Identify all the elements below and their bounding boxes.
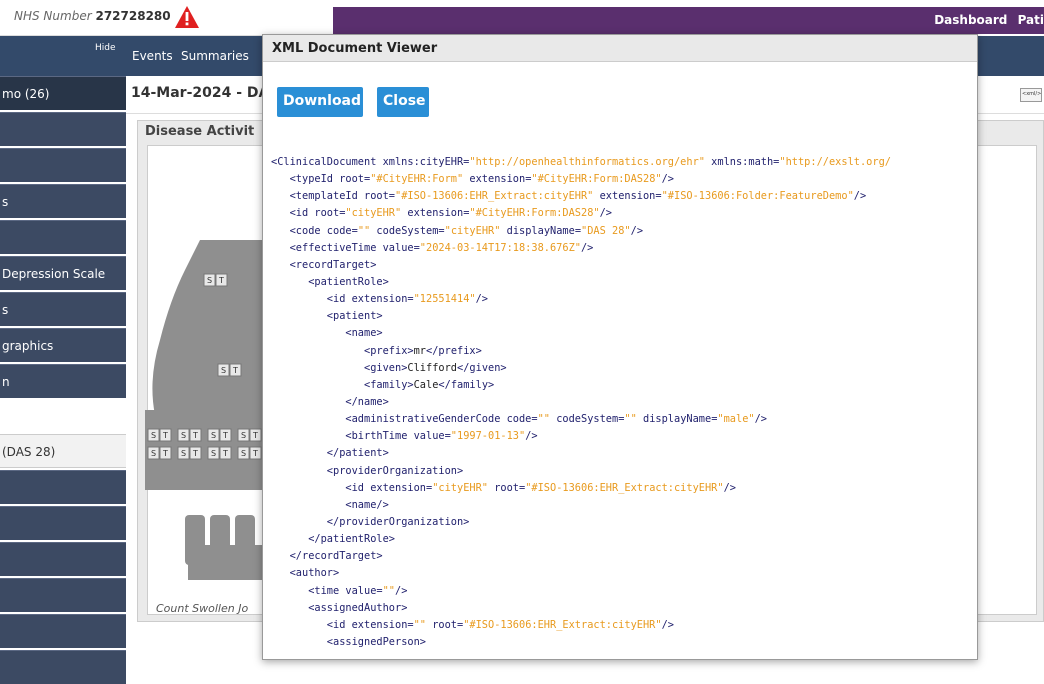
- xml-line: <administrativeGenderCode code="" codeSy…: [345, 413, 768, 426]
- close-button[interactable]: Close: [377, 87, 429, 117]
- nav-summaries[interactable]: Summaries: [181, 49, 249, 63]
- patient-banner: NHS Number 272728280: [0, 0, 333, 36]
- joint-label: T: [192, 449, 198, 458]
- xml-content[interactable]: <ClinicalDocument xmlns:cityEHR="http://…: [271, 154, 977, 654]
- joint-label: T: [222, 449, 228, 458]
- xml-line: <birthTime value="1997-01-13"/>: [345, 430, 538, 443]
- sidebar-item[interactable]: [0, 470, 126, 504]
- xml-line: <patient>: [326, 310, 383, 323]
- xml-line: </providerOrganization>: [326, 515, 470, 528]
- joint-label: S: [181, 449, 186, 458]
- sidebar-item[interactable]: s: [0, 184, 126, 218]
- view-xml-button[interactable]: <xml/>: [1020, 88, 1042, 102]
- xml-line: <code code="" codeSystem="cityEHR" displ…: [289, 224, 644, 237]
- xml-line: <id root="cityEHR" extension="#CityEHR:F…: [289, 207, 612, 220]
- sidebar-item[interactable]: mo (26): [0, 76, 126, 110]
- hide-sidebar-link[interactable]: Hide: [95, 43, 116, 53]
- joint-label: T: [252, 449, 258, 458]
- joint-label: T: [162, 449, 168, 458]
- xml-document-viewer: XML Document Viewer Download Close <Clin…: [262, 34, 978, 660]
- joint-label: S: [241, 449, 246, 458]
- xml-line: </name>: [345, 395, 389, 408]
- sidebar-item[interactable]: [0, 112, 126, 146]
- download-button[interactable]: Download: [277, 87, 363, 117]
- joint-label: S: [211, 431, 216, 440]
- xml-line: </patientRole>: [308, 533, 395, 546]
- joint-label: T: [192, 431, 198, 440]
- xml-line: <id extension="" root="#ISO-13606:EHR_Ex…: [326, 618, 674, 631]
- xml-line: <recordTarget>: [289, 258, 377, 271]
- sidebar-item[interactable]: [0, 650, 126, 684]
- sidebar-item[interactable]: Depression Scale: [0, 256, 126, 290]
- xml-line: <id extension="12551414"/>: [326, 293, 488, 306]
- sidebar-item[interactable]: [0, 148, 126, 182]
- sidebar-item[interactable]: [0, 578, 126, 612]
- joint-label: S: [241, 431, 246, 440]
- sidebar-item[interactable]: [0, 542, 126, 576]
- nhs-number-label: NHS Number: [14, 9, 92, 23]
- nhs-number: NHS Number 272728280: [14, 9, 171, 23]
- xml-line: <typeId root="#CityEHR:Form" extension="…: [289, 173, 674, 186]
- top-menu-bar: Dashboard Pati: [333, 7, 1044, 34]
- joint-label: T: [218, 276, 224, 285]
- xml-line: <name/>: [271, 651, 977, 654]
- joint-label: T: [232, 366, 238, 375]
- xml-line: <assignedPerson>: [326, 635, 426, 648]
- joint-label: S: [221, 366, 226, 375]
- dashboard-link[interactable]: Dashboard: [934, 13, 1007, 27]
- xml-line: <given>Clifford</given>: [364, 361, 507, 374]
- panel-title: Disease Activit: [145, 124, 255, 139]
- sidebar-item[interactable]: [0, 506, 126, 540]
- xml-line: <author>: [289, 567, 340, 580]
- joint-label: T: [162, 431, 168, 440]
- modal-title: XML Document Viewer: [263, 35, 977, 62]
- joint-label: S: [211, 449, 216, 458]
- patient-link[interactable]: Pati: [1018, 13, 1044, 27]
- xml-line: <patientRole>: [308, 275, 389, 288]
- xml-line: <effectiveTime value="2024-03-14T17:18:3…: [289, 241, 594, 254]
- warning-triangle-icon[interactable]: [174, 5, 200, 29]
- joint-label: S: [181, 431, 186, 440]
- joint-label: S: [207, 276, 212, 285]
- count-row: Count Swollen Jo: [156, 602, 249, 615]
- xml-line: <templateId root="#ISO-13606:EHR_Extract…: [289, 190, 867, 203]
- xml-line: <time value=""/>: [308, 584, 408, 597]
- joint-label: T: [222, 431, 228, 440]
- xml-line: </recordTarget>: [289, 550, 383, 563]
- xml-line: <providerOrganization>: [326, 464, 464, 477]
- joint-label: S: [151, 449, 156, 458]
- xml-line: <assignedAuthor>: [308, 601, 408, 614]
- joint-label: T: [252, 431, 258, 440]
- page-title: 14-Mar-2024 - DA: [131, 85, 270, 101]
- sidebar-item[interactable]: [0, 220, 126, 254]
- xml-line: <prefix>mr</prefix>: [364, 344, 482, 357]
- sidebar-item[interactable]: s: [0, 292, 126, 326]
- joint-diagram: S TS TS T S T S T S TS T S T S T S T: [145, 240, 270, 580]
- xml-line: <name/>: [345, 498, 389, 511]
- sidebar-item[interactable]: n: [0, 364, 126, 398]
- xml-line: <family>Cale</family>: [364, 378, 495, 391]
- xml-line: <name>: [345, 327, 383, 340]
- sidebar-item[interactable]: graphics: [0, 328, 126, 362]
- joint-label: S: [151, 431, 156, 440]
- xml-line: </patient>: [326, 447, 389, 460]
- xml-line: <ClinicalDocument xmlns:cityEHR="http://…: [271, 156, 891, 168]
- xml-line: <id extension="cityEHR" root="#ISO-13606…: [345, 481, 736, 494]
- sidebar-item[interactable]: [0, 614, 126, 648]
- sidebar-item[interactable]: (DAS 28): [0, 434, 126, 468]
- sidebar: mo (26) s Depression Scale s graphics n (DAS 2…: [0, 76, 126, 684]
- nhs-number-value: 272728280: [95, 9, 171, 23]
- nav-events[interactable]: Events: [132, 49, 173, 63]
